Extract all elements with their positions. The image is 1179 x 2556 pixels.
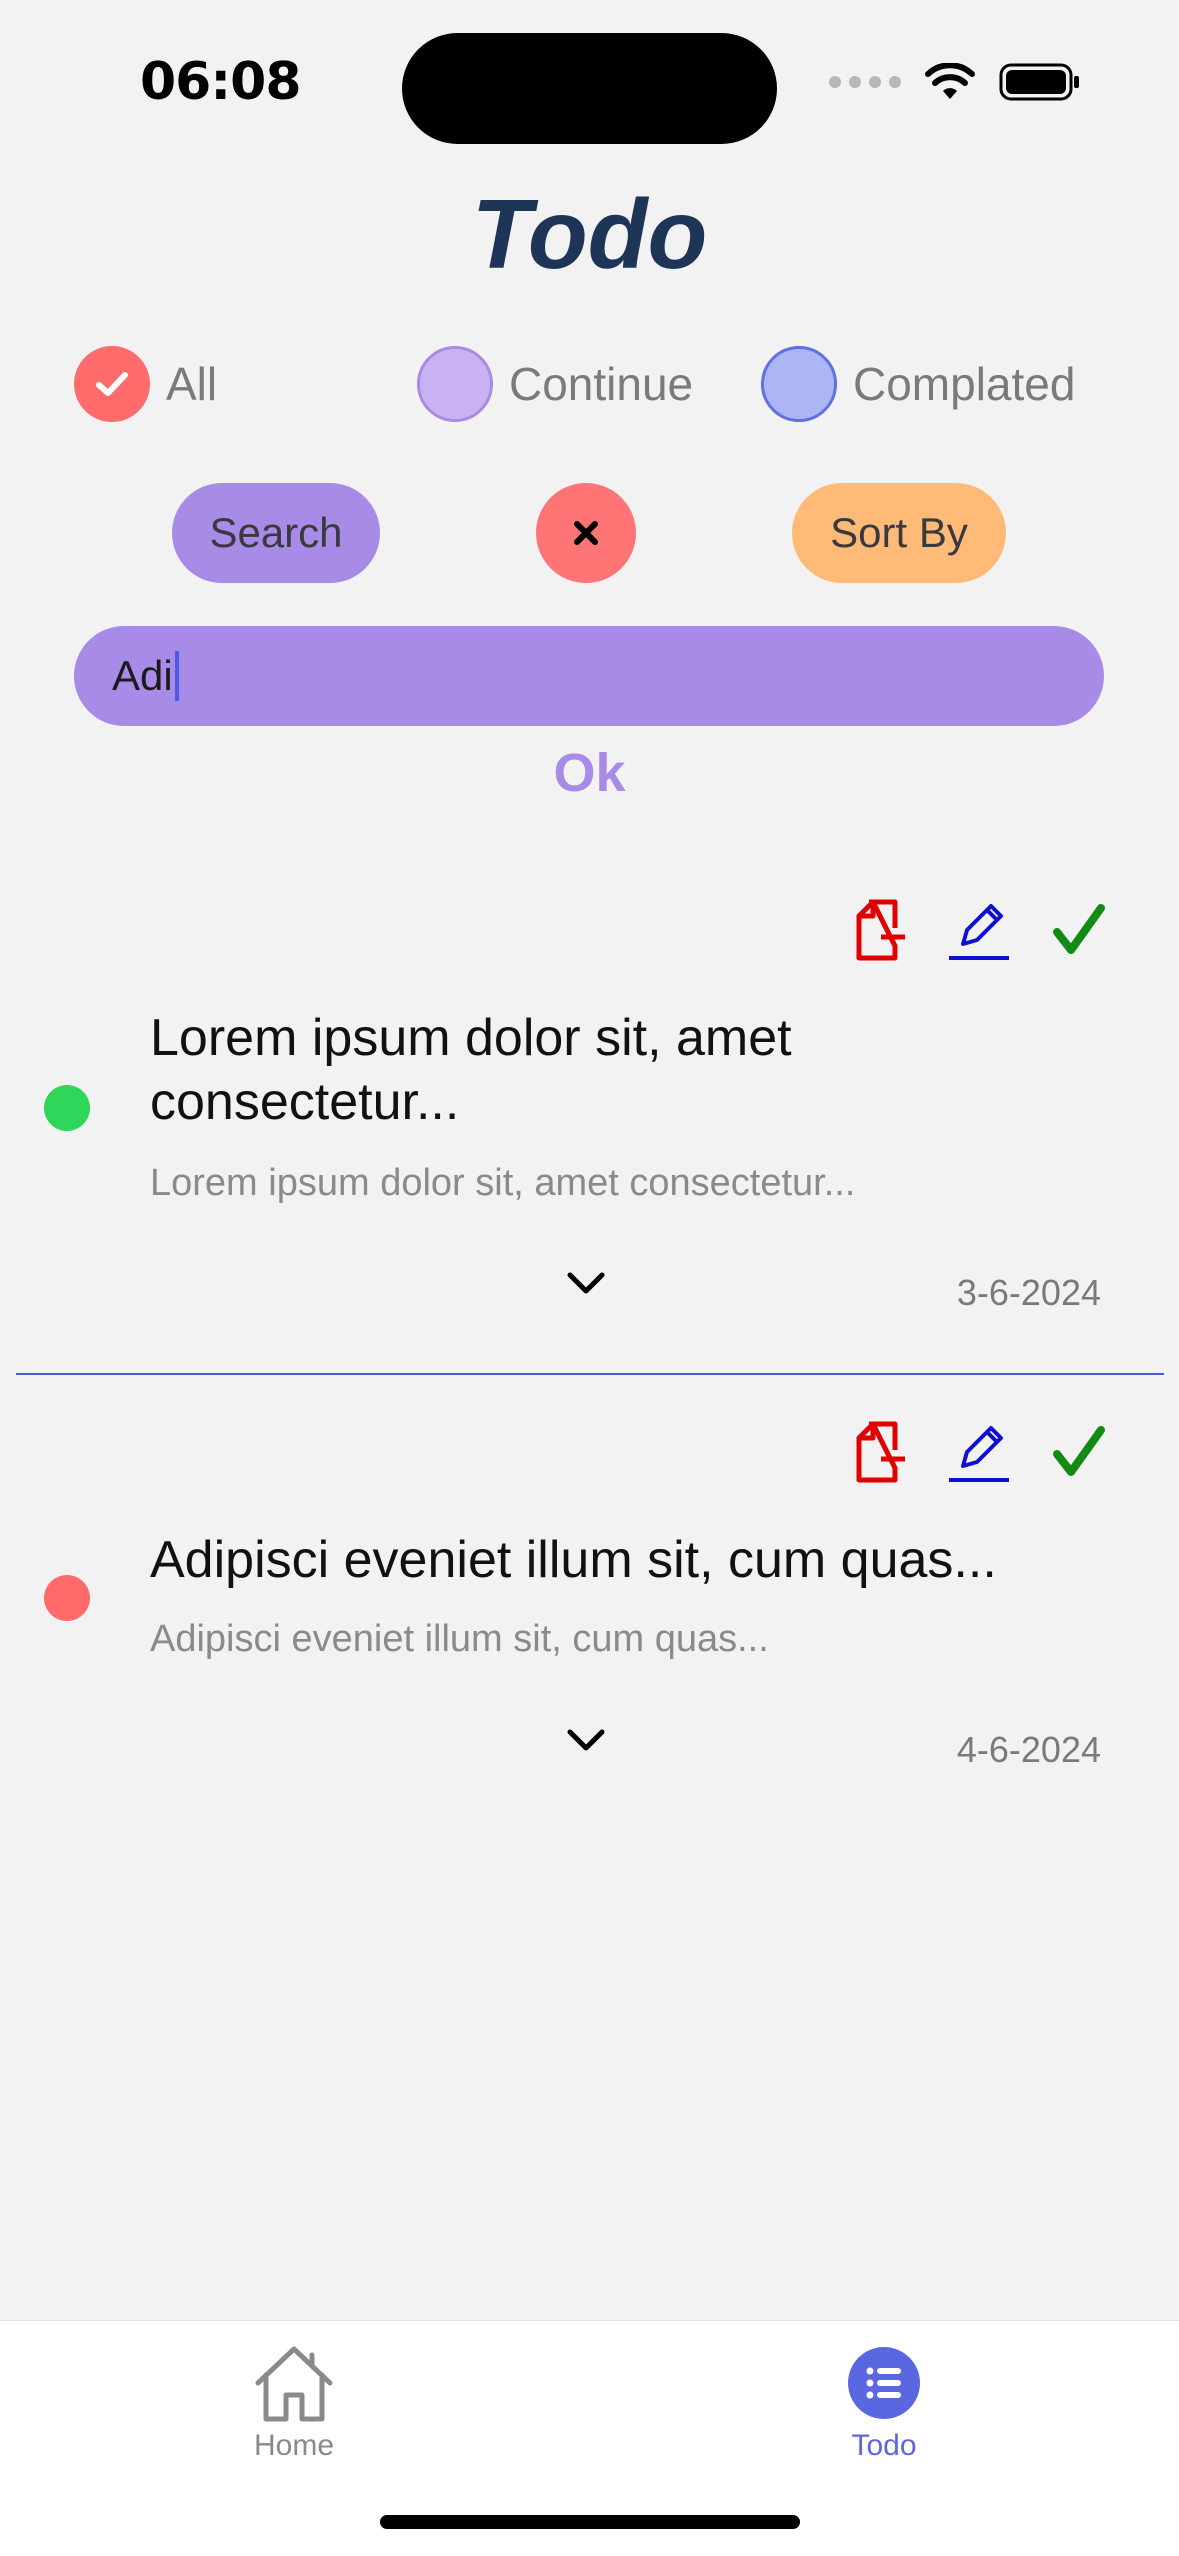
filter-all-radio[interactable]	[74, 346, 150, 422]
edit-icon[interactable]	[947, 1420, 1011, 1484]
check-icon[interactable]	[1047, 898, 1111, 962]
filter-continue-radio[interactable]	[417, 346, 493, 422]
filter-continue-label: Continue	[509, 358, 694, 410]
tab-todo[interactable]: Todo	[784, 2343, 984, 2463]
expand-button[interactable]	[556, 1270, 616, 1310]
todo-description: Lorem ipsum dolor sit, amet consectetur.…	[150, 1162, 856, 1204]
todo-item-actions	[847, 1420, 1111, 1484]
delete-file-icon[interactable]	[847, 1420, 911, 1484]
todo-item-actions	[847, 898, 1111, 962]
ok-button[interactable]: Ok	[0, 742, 1179, 804]
check-icon[interactable]	[1047, 1420, 1111, 1484]
search-input-value: Adi	[112, 652, 173, 699]
search-button[interactable]: Search	[172, 483, 380, 583]
tab-home-label: Home	[253, 2429, 335, 2462]
text-caret	[174, 651, 179, 701]
filter-completed-label: Complated	[853, 358, 1076, 410]
chevron-down-icon	[567, 1272, 605, 1294]
sort-by-button[interactable]: Sort By	[792, 483, 1006, 583]
close-icon	[574, 521, 598, 545]
divider	[16, 1373, 1164, 1375]
battery-icon	[999, 63, 1079, 101]
filter-continue[interactable]: Continue	[417, 346, 693, 422]
status-time: 06:08	[140, 52, 302, 112]
filter-all[interactable]: All	[74, 346, 217, 422]
list-icon	[848, 2347, 920, 2419]
home-icon	[255, 2346, 333, 2422]
todo-title[interactable]: Adipisci eveniet illum sit, cum quas...	[150, 1528, 1070, 1592]
todo-title[interactable]: Lorem ipsum dolor sit, amet consectetur.…	[150, 1006, 1070, 1134]
cellular-signal-icon	[829, 76, 901, 88]
clear-search-button[interactable]	[536, 483, 636, 583]
search-input[interactable]: Adi	[74, 626, 1104, 726]
tab-todo-label: Todo	[851, 2429, 917, 2462]
delete-file-icon[interactable]	[847, 898, 911, 962]
home-indicator	[380, 2515, 800, 2529]
filter-completed-radio[interactable]	[761, 346, 837, 422]
tab-home[interactable]: Home	[194, 2343, 394, 2463]
filter-completed[interactable]: Complated	[761, 346, 1075, 422]
status-icons	[829, 62, 1081, 102]
page-title: Todo	[471, 179, 708, 289]
todo-description: Adipisci eveniet illum sit, cum quas...	[150, 1618, 769, 1660]
wifi-icon	[925, 63, 975, 99]
screen: 06:08 Todo All Continue Complated Search…	[0, 0, 1179, 2556]
todo-date: 3-6-2024	[956, 1272, 1101, 1313]
checkmark-icon	[96, 372, 128, 396]
status-dot	[44, 1575, 90, 1621]
filter-all-label: All	[166, 358, 218, 410]
todo-date: 4-6-2024	[956, 1729, 1101, 1770]
dynamic-island	[402, 33, 777, 144]
expand-button[interactable]	[556, 1727, 616, 1767]
chevron-down-icon	[567, 1729, 605, 1751]
status-dot	[44, 1085, 90, 1131]
edit-icon[interactable]	[947, 898, 1011, 962]
